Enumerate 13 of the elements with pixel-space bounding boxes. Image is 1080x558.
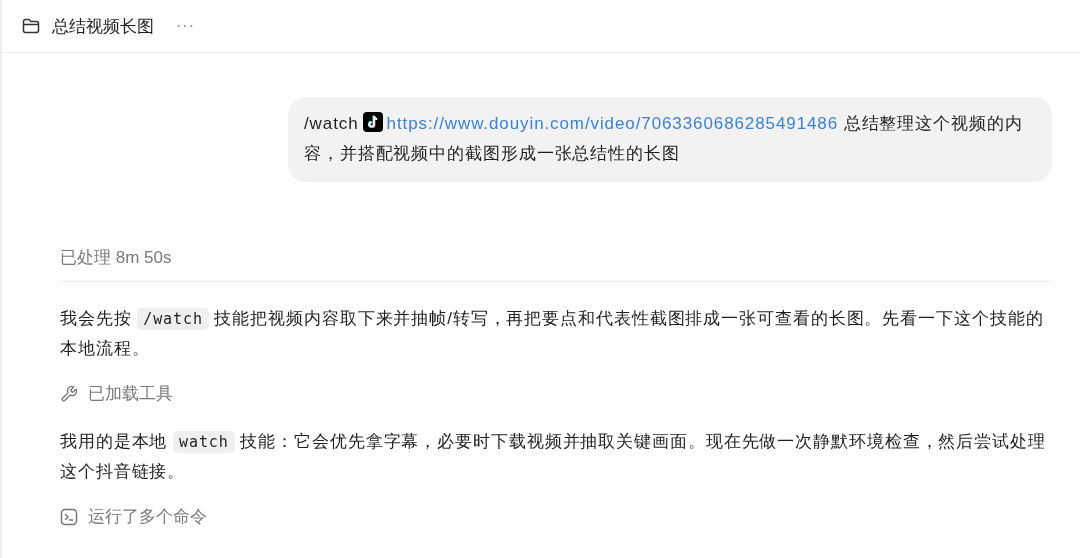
music-note-icon (362, 112, 383, 132)
tool-step-label[interactable]: 已加载工具 (88, 382, 173, 405)
chat-title: 总结视频长图 (52, 15, 154, 38)
terminal-icon (60, 507, 78, 526)
wrench-icon (60, 384, 78, 403)
folder-icon (22, 18, 40, 34)
video-link[interactable]: https://www.douyin.com/video/7063360686285491486 (386, 114, 839, 133)
user-message: /watch https://www.douyin.com/video/7063360686285491486 总结整理这个视频的内容，并搭配视频中的截图形成一张总结性的长图 (288, 97, 1052, 182)
more-button[interactable]: ··· (176, 17, 195, 35)
response-paragraph: 我会先按 /watch 技能把视频内容取下来并抽帧/转写，再把要点和代表性截图排成一张可查看的长图。先看一下这个技能的本地流程。 (60, 307, 1045, 360)
tool-step-label[interactable]: 运行了多个命令 (88, 505, 207, 528)
response-paragraph: 我用的是本地 watch 技能：它会优先拿字幕，必要时下载视频并抽取关键画面。现在先做一次静默环境检查，然后尝试处理这个抖音链接。 (60, 430, 1047, 483)
processing-time[interactable]: 已处理 8m 50s (60, 246, 1052, 282)
